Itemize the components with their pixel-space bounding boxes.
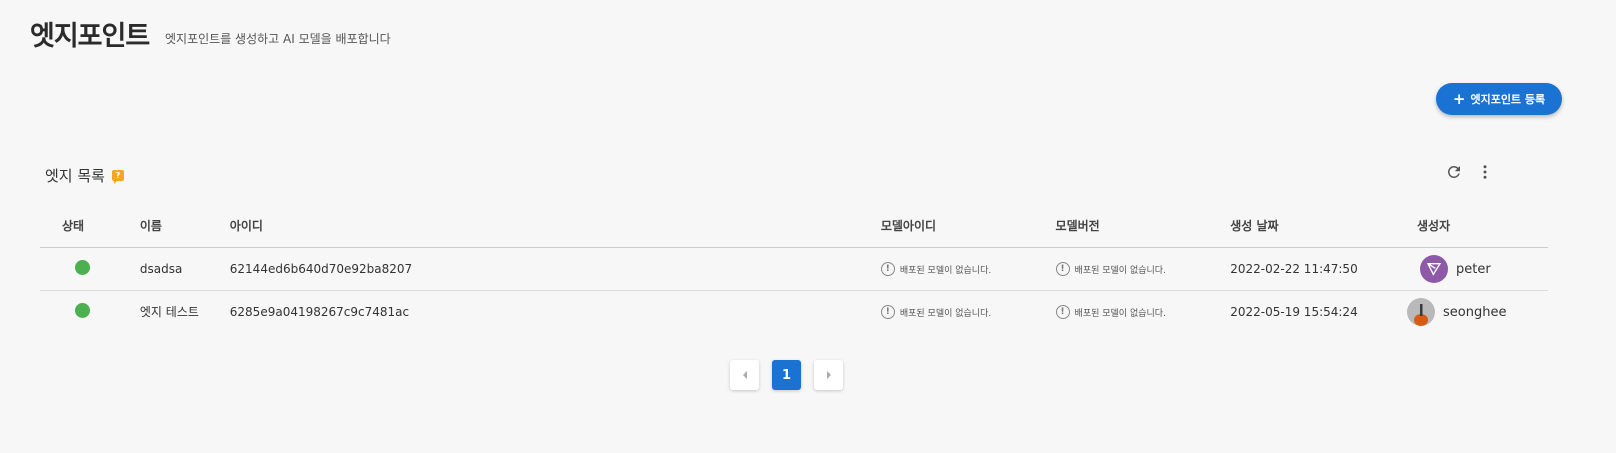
pagination: 1	[730, 360, 843, 390]
column-header-model-id[interactable]: 모델아이디	[880, 203, 1056, 248]
table-row[interactable]: dsadsa 62144ed6b640d70e92ba8207 ! 배포된 모델…	[40, 247, 1548, 291]
model-id-cell: ! 배포된 모델이 없습니다.	[880, 305, 1056, 319]
avatar	[1420, 255, 1449, 283]
status-online-indicator	[75, 260, 90, 275]
next-page-button[interactable]	[814, 360, 843, 390]
plus-icon: +	[1452, 89, 1466, 108]
status-online-indicator	[75, 303, 90, 318]
warning-icon: !	[880, 305, 895, 319]
edge-id-cell: 62144ed6b640d70e92ba8207	[229, 247, 881, 291]
more-vert-icon[interactable]	[1474, 161, 1496, 183]
refresh-icon[interactable]	[1443, 161, 1465, 183]
table-header-row: 상태 이름 아이디 모델아이디 모델버전 생성 날짜 생성자	[40, 203, 1548, 248]
add-edgepoint-button[interactable]: + 엣지포인트 등록	[1436, 83, 1562, 115]
edge-id-cell: 6285e9a04198267c9c7481ac	[229, 305, 410, 319]
model-version-cell: ! 배포된 모델이 없습니다.	[1055, 305, 1231, 319]
model-version-text: 배포된 모델이 없습니다.	[1074, 265, 1166, 276]
column-header-status[interactable]: 상태	[40, 203, 140, 248]
warning-icon: !	[1055, 305, 1070, 319]
prev-page-button[interactable]	[730, 360, 759, 390]
column-header-creator[interactable]: 생성자	[1395, 203, 1548, 248]
add-edgepoint-label: 엣지포인트 등록	[1470, 93, 1546, 106]
edge-name-cell: 엣지 테스트	[139, 304, 199, 319]
creator-name: peter	[1456, 261, 1491, 277]
column-header-name[interactable]: 이름	[139, 203, 230, 248]
table-row[interactable]: 엣지 테스트 6285e9a04198267c9c7481ac ! 배포된 모델…	[40, 291, 1548, 334]
avatar	[1407, 298, 1436, 326]
column-header-created[interactable]: 생성 날짜	[1230, 203, 1396, 248]
page-subtitle: 엣지포인트를 생성하고 AI 모델을 배포합니다	[165, 32, 391, 46]
warning-icon: !	[1055, 262, 1070, 276]
edge-name-cell: dsadsa	[139, 247, 230, 291]
edge-table: 상태 이름 아이디 모델아이디 모델버전 생성 날짜 생성자 dsadsa 62…	[40, 203, 1548, 333]
chevron-right-icon	[826, 371, 831, 379]
model-id-cell: ! 배포된 모델이 없습니다.	[880, 262, 1056, 276]
column-header-id[interactable]: 아이디	[229, 203, 881, 248]
page-number-button[interactable]: 1	[772, 360, 801, 390]
model-version-cell: ! 배포된 모델이 없습니다.	[1055, 262, 1231, 276]
model-id-text: 배포된 모델이 없습니다.	[899, 265, 992, 276]
column-header-model-version[interactable]: 모델버전	[1055, 203, 1231, 248]
help-badge-icon[interactable]: ?	[111, 170, 124, 184]
page-title: 엣지포인트	[30, 21, 150, 52]
model-version-text: 배포된 모델이 없습니다.	[1074, 308, 1166, 319]
section-title-label: 엣지 목록	[45, 167, 105, 185]
creator-cell: peter	[1395, 255, 1548, 283]
creator-cell: seonghee	[1395, 298, 1548, 326]
chevron-left-icon	[742, 371, 747, 379]
section-title: 엣지 목록 ?	[45, 165, 124, 186]
creator-name: seonghee	[1443, 304, 1507, 320]
created-date-cell: 2022-02-22 11:47:50	[1230, 247, 1396, 291]
model-id-text: 배포된 모델이 없습니다.	[899, 308, 992, 319]
created-date-cell: 2022-05-19 15:54:24	[1230, 305, 1358, 319]
warning-icon: !	[880, 262, 895, 276]
